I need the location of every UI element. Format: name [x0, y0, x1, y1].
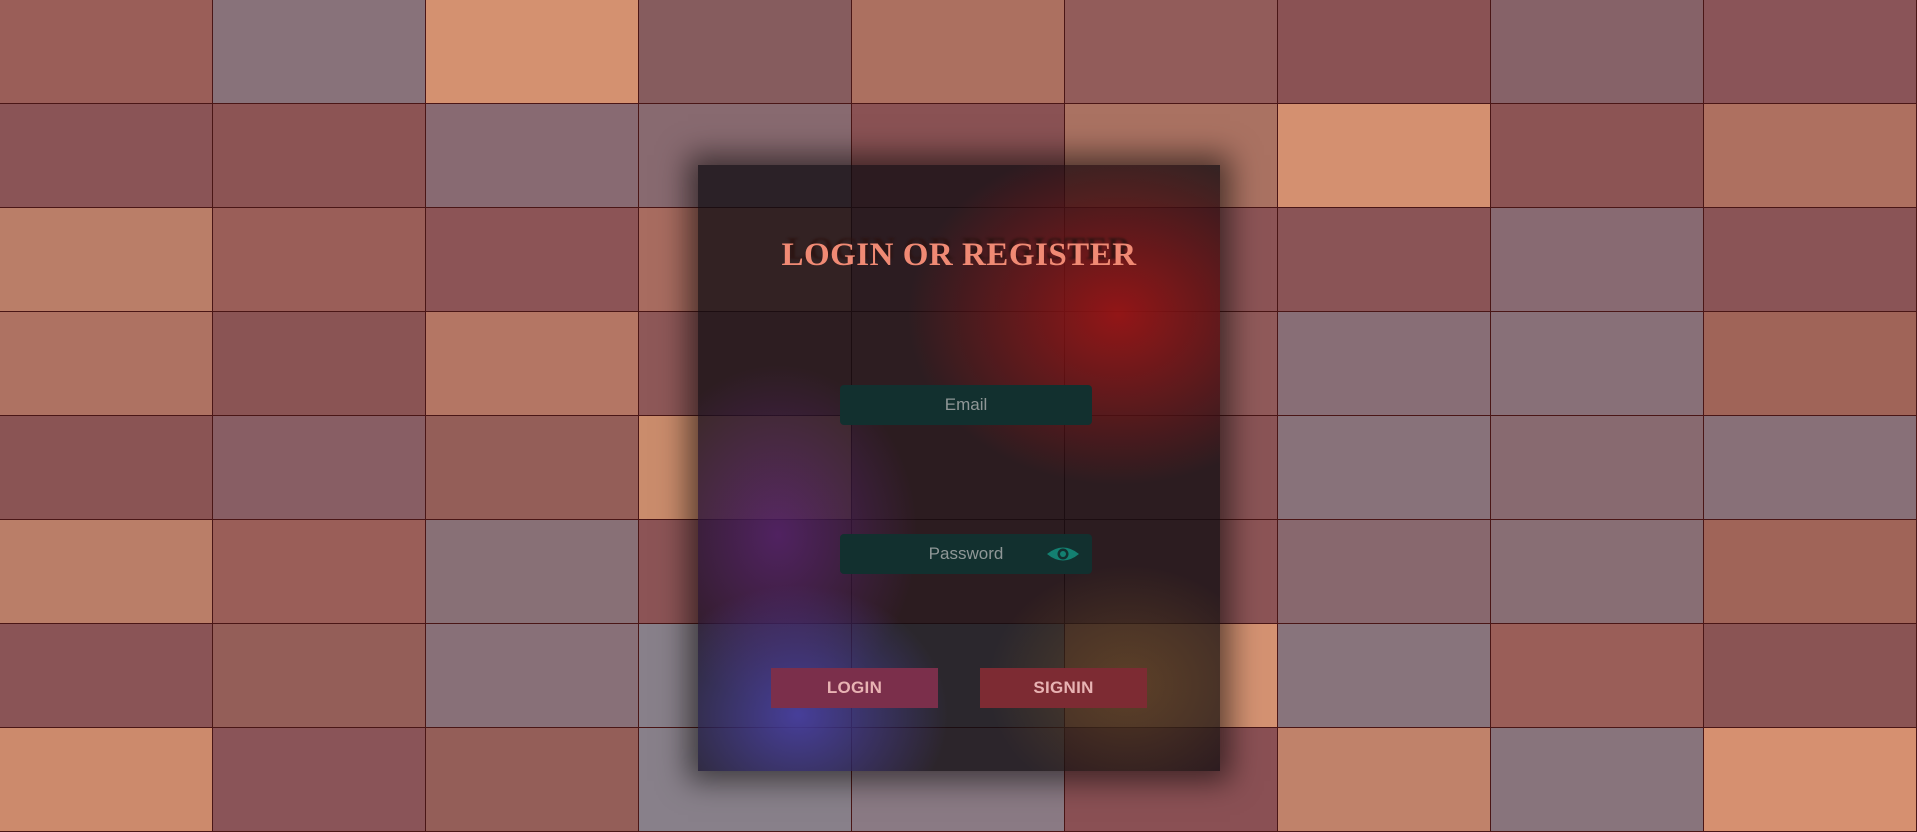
background-tile — [426, 728, 639, 832]
login-card: LOGIN OR REGISTER LOGIN OR REGISTER LOGI… — [698, 165, 1220, 771]
background-tile — [1491, 104, 1704, 208]
background-tile — [1278, 104, 1491, 208]
background-tile — [1704, 416, 1917, 520]
background-tile — [1278, 728, 1491, 832]
background-tile — [1065, 0, 1278, 104]
background-tile — [0, 104, 213, 208]
background-tile — [1491, 728, 1704, 832]
background-tile — [852, 0, 1065, 104]
background-tile — [1491, 624, 1704, 728]
login-button[interactable]: LOGIN — [771, 668, 938, 708]
background-tile — [1278, 416, 1491, 520]
background-tile — [213, 208, 426, 312]
background-tile — [0, 624, 213, 728]
background-tile — [1704, 0, 1917, 104]
background-tile — [1491, 312, 1704, 416]
background-tile — [1491, 416, 1704, 520]
background-tile — [0, 312, 213, 416]
background-tile — [1491, 0, 1704, 104]
background-tile — [0, 520, 213, 624]
background-tile — [0, 416, 213, 520]
background-tile — [1704, 624, 1917, 728]
background-tile — [426, 208, 639, 312]
background-tile — [213, 0, 426, 104]
background-tile — [426, 416, 639, 520]
card-title: LOGIN OR REGISTER — [781, 237, 1137, 273]
background-tile — [213, 520, 426, 624]
background-tile — [213, 624, 426, 728]
background-tile — [1704, 728, 1917, 832]
background-tile — [1278, 520, 1491, 624]
background-tile — [426, 0, 639, 104]
background-tile — [1704, 520, 1917, 624]
background-tile — [426, 104, 639, 208]
background-tile — [426, 520, 639, 624]
background-tile — [1491, 208, 1704, 312]
email-field[interactable] — [840, 385, 1092, 425]
background-tile — [426, 312, 639, 416]
background-tile — [1704, 208, 1917, 312]
email-input[interactable] — [840, 385, 1092, 425]
background-tile — [639, 0, 852, 104]
background-tile — [0, 0, 213, 104]
background-tile — [1704, 312, 1917, 416]
background-tile — [213, 104, 426, 208]
password-field[interactable] — [840, 534, 1092, 574]
background-tile — [1491, 520, 1704, 624]
background-tile — [213, 728, 426, 832]
background-tile — [0, 728, 213, 832]
background-tile — [1278, 312, 1491, 416]
signin-button[interactable]: SIGNIN — [980, 668, 1147, 708]
background-tile — [1278, 208, 1491, 312]
background-tile — [213, 416, 426, 520]
background-tile — [0, 208, 213, 312]
background-tile — [1278, 624, 1491, 728]
background-tile — [426, 624, 639, 728]
background-tile — [213, 312, 426, 416]
background-tile — [1278, 0, 1491, 104]
background-tile — [1704, 104, 1917, 208]
eye-icon[interactable] — [1046, 542, 1080, 566]
